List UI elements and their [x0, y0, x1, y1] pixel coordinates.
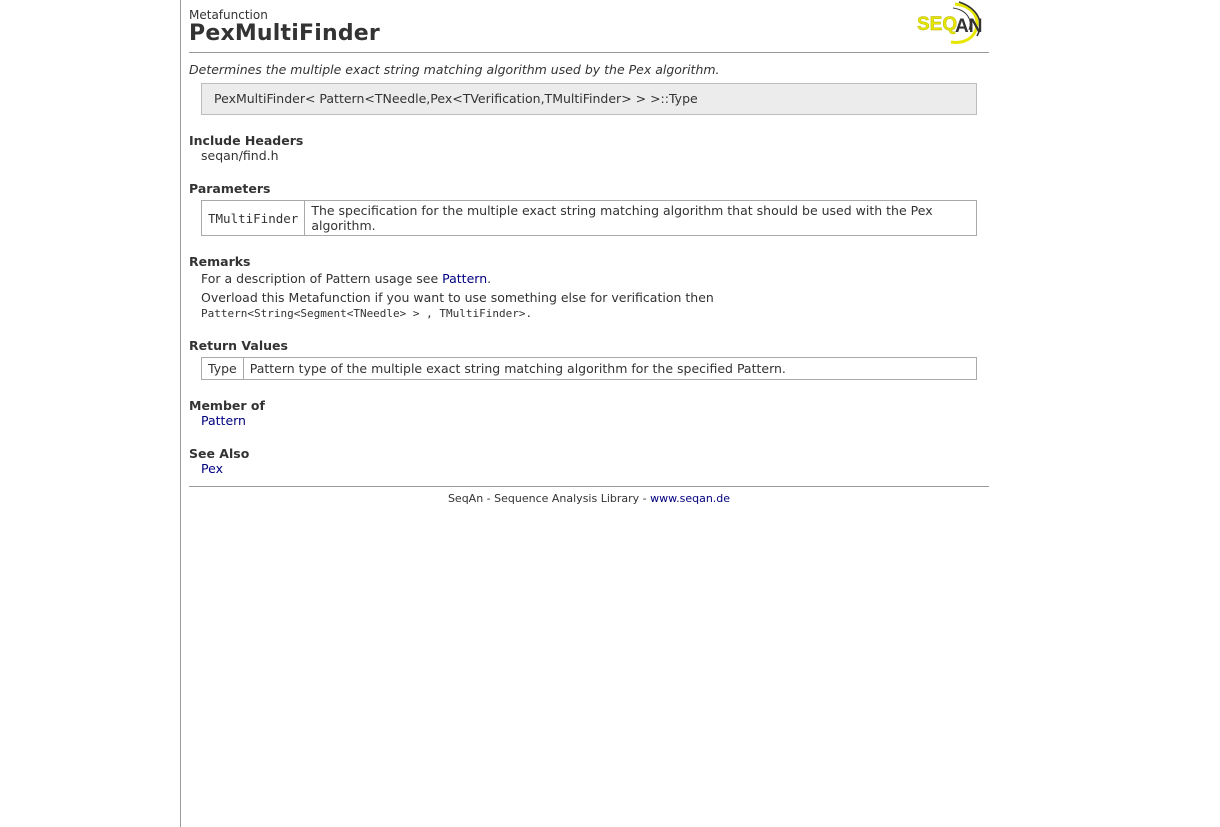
remarks-line-1: For a description of Pattern usage see P… [201, 271, 989, 286]
include-headers-title: Include Headers [189, 133, 304, 148]
remarks-body: For a description of Pattern usage see P… [201, 271, 989, 320]
footer-link[interactable]: www.seqan.de [650, 492, 730, 505]
remarks-code-line: Pattern<String<Segment<TNeedle> > , TMul… [201, 307, 533, 320]
parameters-table: TMultiFinder The specification for the m… [200, 200, 977, 236]
svg-text:SEQ: SEQ [917, 14, 957, 35]
footer-text: SeqAn - Sequence Analysis Library - [447, 492, 651, 505]
return-values-title: Return Values [189, 338, 288, 353]
return-values-table: Type Pattern type of the multiple exact … [201, 357, 978, 380]
param-description: The specification for the multiple exact… [304, 200, 977, 236]
entity-kind: Metafunction [189, 8, 268, 22]
page-title: PexMultiFinder [189, 21, 380, 46]
member-of-title: Member of [189, 398, 265, 413]
remarks-title: Remarks [189, 254, 251, 269]
member-of-link[interactable]: Pattern [201, 413, 246, 428]
pattern-link[interactable]: Pattern [442, 271, 487, 286]
return-name: Type [201, 357, 244, 380]
parameters-title: Parameters [189, 181, 271, 196]
signature-box: PexMultiFinder< Pattern<TNeedle,Pex<TVer… [201, 83, 977, 115]
doc-page: Metafunction PexMultiFinder SEQ AN Deter… [189, 0, 989, 505]
remarks-line-2: Overload this Metafunction if you want t… [201, 290, 714, 305]
page-header: Metafunction PexMultiFinder SEQ AN [189, 0, 989, 53]
param-name: TMultiFinder [200, 200, 306, 236]
return-description: Pattern type of the multiple exact strin… [242, 357, 978, 380]
table-row: TMultiFinder The specification for the m… [200, 200, 977, 236]
table-row: Type Pattern type of the multiple exact … [201, 357, 978, 380]
left-border-rule [180, 0, 181, 827]
see-also-link[interactable]: Pex [201, 461, 223, 476]
svg-text:AN: AN [955, 16, 982, 37]
include-headers-value: seqan/find.h [201, 148, 279, 163]
remarks-line-1-suffix: . [487, 271, 492, 286]
summary-text: Determines the multiple exact string mat… [189, 62, 720, 77]
seqan-logo-icon: SEQ AN [917, 1, 982, 44]
see-also-title: See Also [189, 446, 250, 461]
member-of-body: Pattern [201, 413, 989, 428]
page-footer: SeqAn - Sequence Analysis Library - www.… [189, 486, 989, 505]
see-also-body: Pex [201, 461, 989, 476]
remarks-line-1-prefix: For a description of Pattern usage see [201, 271, 443, 286]
